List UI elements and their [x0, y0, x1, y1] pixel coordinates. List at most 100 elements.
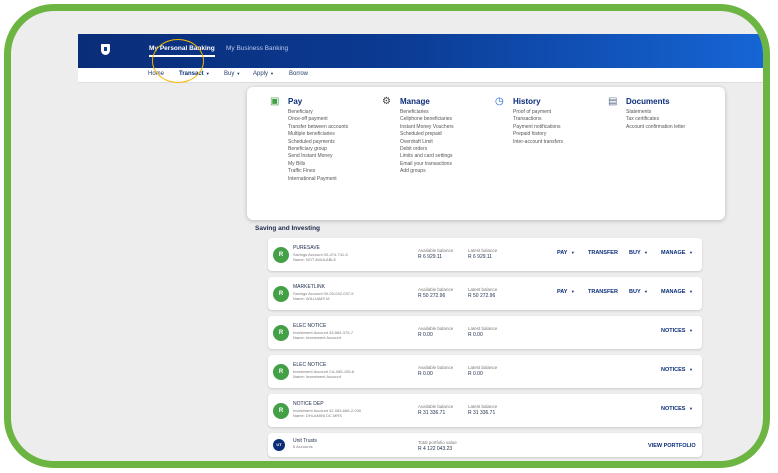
- account-card-elec-notice-2[interactable]: R ELEC NOTICE Investment Account CA-085-…: [268, 355, 702, 388]
- manage-button[interactable]: MANAGE ▼: [661, 250, 693, 256]
- savings-icon: R: [273, 402, 289, 419]
- tab-my-business-banking[interactable]: My Business Banking: [226, 45, 288, 52]
- account-holder: Name: Investment Account: [293, 335, 341, 340]
- menu-column-manage: ⚙ Manage Beneficiaries Cellphone benefici…: [382, 97, 454, 176]
- manage-button[interactable]: MANAGE ▼: [661, 289, 693, 295]
- menu-link-history-3[interactable]: Prepaid history: [513, 131, 563, 138]
- menu-link-pay-3[interactable]: Multiple beneficiaries: [288, 131, 348, 138]
- available-balance-label: Available balance: [418, 404, 454, 409]
- gear-icon: ⚙: [382, 96, 391, 107]
- menu-link-documents-1[interactable]: Tax certificates: [626, 116, 685, 123]
- nav-borrow-label: Borrow: [289, 71, 309, 77]
- menu-link-pay-2[interactable]: Transfer between accounts: [288, 124, 348, 131]
- chevron-down-icon: ▼: [570, 250, 575, 255]
- latest-balance-label: Latest balance: [468, 326, 498, 331]
- menu-link-pay-7[interactable]: My Bills: [288, 161, 348, 168]
- notices-button[interactable]: NOTICES ▼: [661, 406, 693, 412]
- menu-column-pay: ▣ Pay Beneficiary Once-off payment Transfe…: [270, 97, 348, 183]
- menu-link-history-list: Proof of payment Transactions Payment noti…: [513, 109, 563, 146]
- latest-balance-value: R 0.00: [468, 332, 483, 338]
- available-balance-label: Available balance: [418, 287, 454, 292]
- available-balance-value: R 0.00: [418, 332, 433, 338]
- transfer-button[interactable]: TRANSFER: [588, 289, 618, 295]
- menu-link-manage-3[interactable]: Scheduled prepaid: [400, 131, 454, 138]
- menu-link-manage-0[interactable]: Beneficiaries: [400, 109, 454, 116]
- transact-mega-menu: ▣ Pay Beneficiary Once-off payment Transfe…: [247, 87, 725, 220]
- account-card-unit-trusts[interactable]: UT Unit Trusts 6 Accounts Total portfoli…: [268, 433, 702, 457]
- transfer-button[interactable]: TRANSFER: [588, 250, 618, 256]
- menu-link-manage-1[interactable]: Cellphone beneficiaries: [400, 116, 454, 123]
- latest-balance-label: Latest balance: [468, 287, 498, 292]
- nav-buy[interactable]: Buy ▼: [224, 71, 240, 77]
- menu-link-pay-1[interactable]: Once-off payment: [288, 116, 348, 123]
- nav-borrow[interactable]: Borrow: [289, 71, 308, 77]
- nav-apply[interactable]: Apply ▼: [253, 71, 274, 77]
- pay-button[interactable]: PAY ▼: [557, 289, 575, 295]
- menu-link-history-0[interactable]: Proof of payment: [513, 109, 563, 116]
- shield-icon[interactable]: [101, 44, 110, 55]
- buy-button-label: BUY: [629, 289, 641, 295]
- available-balance-label: Available balance: [418, 365, 454, 370]
- menu-link-history-4[interactable]: Inter-account transfers: [513, 139, 563, 146]
- menu-link-documents-list: Statements Tax certificates Account confir…: [626, 109, 685, 131]
- chevron-down-icon: ▼: [236, 71, 241, 76]
- buy-button[interactable]: BUY ▼: [629, 250, 648, 256]
- account-name[interactable]: ELEC NOTICE: [293, 323, 326, 329]
- menu-link-pay-list: Beneficiary Once-off payment Transfer betw…: [288, 109, 348, 183]
- available-balance-label: Available balance: [418, 326, 454, 331]
- unit-trusts-badge-icon: UT: [273, 439, 285, 451]
- menu-link-pay-4[interactable]: Scheduled payments: [288, 139, 348, 146]
- latest-balance-label: Latest balance: [468, 248, 498, 253]
- menu-link-manage-6[interactable]: Limits and card settings: [400, 153, 454, 160]
- clock-icon: ◷: [495, 96, 504, 107]
- chevron-down-icon: ▼: [688, 328, 693, 333]
- menu-link-manage-2[interactable]: Instant Money Vouchers: [400, 124, 454, 131]
- latest-balance-label: Latest balance: [468, 404, 498, 409]
- menu-link-documents-2[interactable]: Account confirmation letter: [626, 124, 685, 131]
- account-name[interactable]: ELEC NOTICE: [293, 362, 326, 368]
- chevron-down-icon: ▼: [688, 367, 693, 372]
- latest-balance-value: R 6 929.11: [468, 254, 493, 260]
- account-card-marketlink[interactable]: R MARKETLINK Savings Account 00-00-042-0…: [268, 277, 702, 310]
- account-name[interactable]: MARKETLINK: [293, 284, 325, 290]
- transfer-button-label: TRANSFER: [588, 250, 618, 256]
- card-icon: ▣: [270, 96, 280, 107]
- total-portfolio-label: Total portfolio value: [418, 440, 457, 445]
- account-card-elec-notice-1[interactable]: R ELEC NOTICE Investment Account 43-584-…: [268, 316, 702, 349]
- menu-link-manage-7[interactable]: Email your transactions: [400, 161, 454, 168]
- menu-link-manage-list: Beneficiaries Cellphone beneficiaries Inst…: [400, 109, 454, 176]
- available-balance-value: R 31 336.71: [418, 410, 446, 416]
- menu-link-pay-5[interactable]: Beneficiary group: [288, 146, 348, 153]
- menu-link-manage-4[interactable]: Overdraft Limit: [400, 139, 454, 146]
- account-card-notice-dep[interactable]: R NOTICE DEP Investment Account 42-083-6…: [268, 394, 702, 427]
- available-balance-value: R 6 929.11: [418, 254, 443, 260]
- menu-link-pay-9[interactable]: International Payment: [288, 176, 348, 183]
- menu-link-documents-0[interactable]: Statements: [626, 109, 685, 116]
- chevron-down-icon: ▼: [688, 406, 693, 411]
- notices-button[interactable]: NOTICES ▼: [661, 367, 693, 373]
- account-card-puresave[interactable]: R PURESAVE Savings Account 00-474-741-5 …: [268, 238, 702, 271]
- view-portfolio-button[interactable]: VIEW PORTFOLIO: [648, 443, 696, 449]
- account-name[interactable]: PURESAVE: [293, 245, 320, 251]
- account-name[interactable]: NOTICE DEP: [293, 401, 324, 407]
- pay-button[interactable]: PAY ▼: [557, 250, 575, 256]
- notices-button[interactable]: NOTICES ▼: [661, 328, 693, 334]
- menu-link-manage-8[interactable]: Add groups: [400, 168, 454, 175]
- menu-link-history-2[interactable]: Payment notifications: [513, 124, 563, 131]
- savings-icon: R: [273, 324, 289, 341]
- menu-link-pay-6[interactable]: Send Instant Money: [288, 153, 348, 160]
- section-title-saving-investing: Saving and Investing: [255, 225, 321, 232]
- notices-button-label: NOTICES: [661, 406, 686, 412]
- buy-button[interactable]: BUY ▼: [629, 289, 648, 295]
- chevron-down-icon: ▼: [644, 250, 649, 255]
- savings-icon: R: [273, 363, 289, 380]
- menu-link-history-1[interactable]: Transactions: [513, 116, 563, 123]
- notices-button-label: NOTICES: [661, 328, 686, 334]
- menu-link-pay-8[interactable]: Traffic Fines: [288, 168, 348, 175]
- menu-column-documents: ▤ Documents Statements Tax certificates Ac…: [608, 97, 685, 131]
- account-holder: Name: NOT AVAILABLE: [293, 257, 337, 262]
- chevron-down-icon: ▼: [270, 71, 274, 76]
- nav-apply-label: Apply: [253, 71, 269, 77]
- menu-link-manage-5[interactable]: Debit orders: [400, 146, 454, 153]
- menu-link-pay-0[interactable]: Beneficiary: [288, 109, 348, 116]
